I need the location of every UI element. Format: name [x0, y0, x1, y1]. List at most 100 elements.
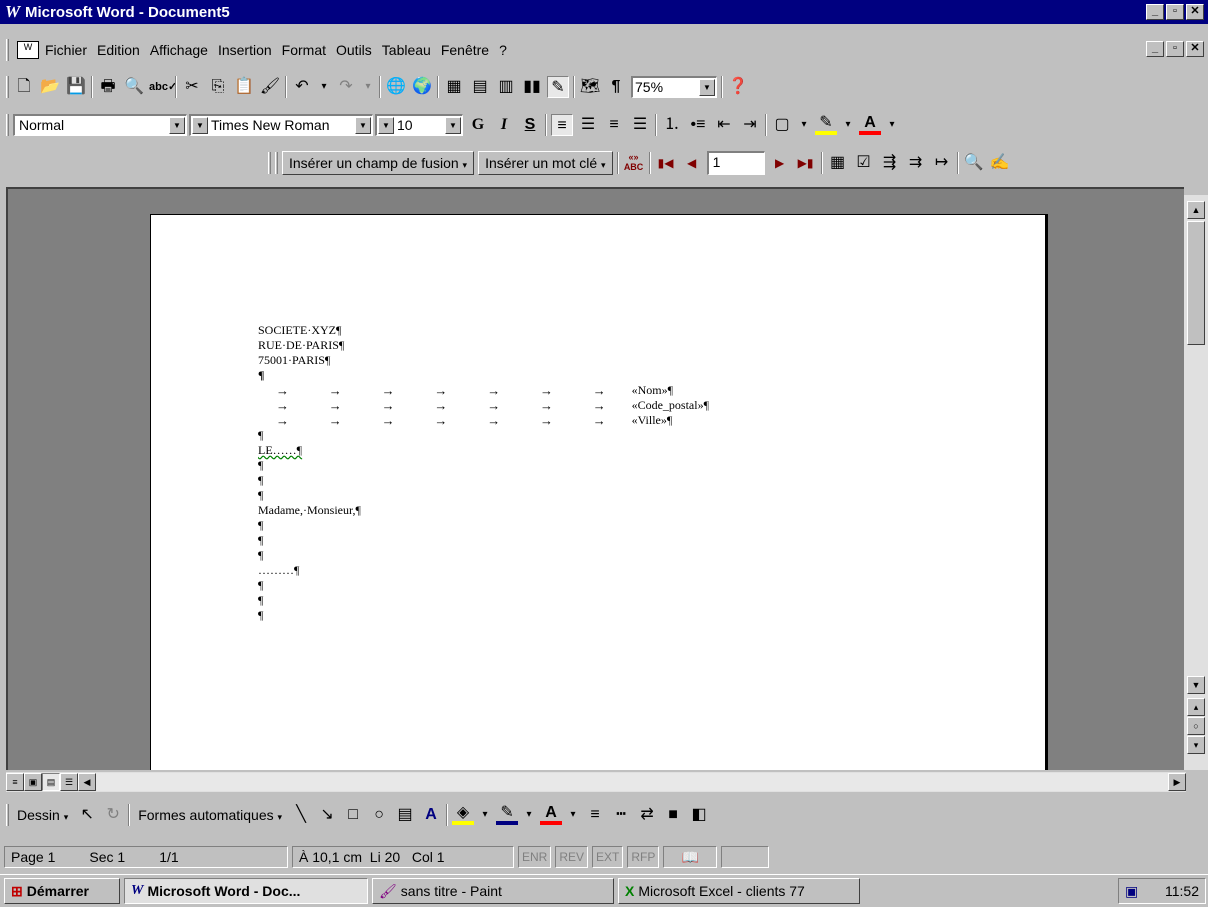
save-icon[interactable]: 💾: [65, 76, 87, 98]
start-button[interactable]: ⊞ Démarrer: [4, 878, 120, 904]
toolbar-grip[interactable]: [268, 152, 271, 174]
toolbar-grip[interactable]: [6, 804, 9, 826]
font-color-icon[interactable]: A: [859, 115, 881, 135]
merge-field-code-postal[interactable]: «Code_postal»¶: [628, 398, 709, 413]
align-center-icon[interactable]: ☰: [577, 114, 599, 136]
new-document-icon[interactable]: 🗋: [13, 76, 35, 98]
text-box-icon[interactable]: ▤: [394, 804, 416, 826]
columns-icon[interactable]: ▮▮: [521, 76, 543, 98]
task-word[interactable]: W Microsoft Word - Doc...: [124, 878, 368, 904]
menu-tableau[interactable]: Tableau: [382, 42, 431, 58]
view-merged-data-icon[interactable]: «» ABC: [623, 152, 645, 174]
next-record-icon[interactable]: ▶: [769, 152, 791, 174]
highlight-dropdown-icon[interactable]: ▾: [841, 114, 855, 136]
fill-color-dropdown-icon[interactable]: ▾: [478, 804, 492, 826]
print-preview-icon[interactable]: 🔍: [123, 76, 145, 98]
menu-format[interactable]: Format: [282, 42, 326, 58]
line-style-icon[interactable]: ≡: [584, 804, 606, 826]
style-select[interactable]: Normal ▼: [13, 114, 187, 136]
toolbar-grip[interactable]: [6, 76, 9, 98]
font-size-select[interactable]: ▼ 10 ▼: [375, 114, 463, 136]
align-left-icon[interactable]: ≡: [551, 114, 573, 136]
font-select[interactable]: ▼ Times New Roman ▼: [189, 114, 373, 136]
web-layout-icon[interactable]: ▣: [24, 773, 42, 791]
increase-indent-icon[interactable]: ⇥: [739, 114, 761, 136]
chevron-down-icon[interactable]: ▼: [192, 117, 208, 134]
horizontal-scroll-track[interactable]: [96, 773, 1168, 791]
menu-help[interactable]: ?: [499, 42, 507, 58]
status-mode-rev[interactable]: REV: [555, 846, 589, 868]
menu-insertion[interactable]: Insertion: [218, 42, 272, 58]
arrow-style-icon[interactable]: ⇄: [636, 804, 658, 826]
spelling-status-icon[interactable]: 📖: [663, 846, 718, 868]
autoshapes-menu-button[interactable]: Formes automatiques ▾: [134, 807, 286, 823]
normal-view-icon[interactable]: ≡: [6, 773, 24, 791]
line-color-icon[interactable]: ✎: [496, 805, 519, 825]
decrease-indent-icon[interactable]: ⇤: [713, 114, 735, 136]
insert-excel-icon[interactable]: ▥: [495, 76, 517, 98]
menu-fenetre[interactable]: Fenêtre: [441, 42, 489, 58]
restore-button[interactable]: ▫: [1166, 4, 1184, 20]
minimize-button[interactable]: _: [1146, 4, 1164, 20]
italic-button[interactable]: I: [493, 114, 515, 136]
insert-table-icon[interactable]: ▤: [469, 76, 491, 98]
undo-dropdown-icon[interactable]: ▾: [317, 76, 331, 98]
justify-icon[interactable]: ☰: [629, 114, 651, 136]
check-errors-icon[interactable]: ☑: [853, 152, 875, 174]
bold-button[interactable]: G: [467, 114, 489, 136]
menu-fichier[interactable]: Fichier: [45, 42, 87, 58]
record-number-input[interactable]: 1: [706, 151, 765, 175]
merge-to-document-icon[interactable]: ⇶: [879, 152, 901, 174]
mail-merge-helper-icon[interactable]: ▦: [827, 152, 849, 174]
arrow-icon[interactable]: ↘: [316, 804, 338, 826]
previous-page-icon[interactable]: ▴: [1187, 698, 1205, 716]
draw-menu-button[interactable]: Dessin ▾: [13, 807, 72, 823]
chevron-down-icon[interactable]: ▼: [169, 117, 185, 134]
free-rotate-icon[interactable]: ↻: [102, 804, 124, 826]
merge-field-ville[interactable]: «Ville»¶: [628, 413, 673, 428]
fill-color-icon[interactable]: ◈: [452, 805, 475, 825]
doc-minimize-button[interactable]: _: [1146, 41, 1164, 57]
cut-icon[interactable]: ✂: [181, 76, 203, 98]
status-mode-ext[interactable]: EXT: [592, 846, 624, 868]
status-mode-enr[interactable]: ENR: [518, 846, 552, 868]
task-paint[interactable]: 🖌 sans titre - Paint: [372, 878, 614, 904]
numbering-icon[interactable]: ⒈: [661, 114, 683, 136]
chevron-down-icon[interactable]: ▼: [699, 79, 715, 96]
start-merge-icon[interactable]: ↦: [931, 152, 953, 174]
outline-view-icon[interactable]: ☰: [60, 773, 78, 791]
align-right-icon[interactable]: ≡: [603, 114, 625, 136]
3d-icon[interactable]: ◧: [688, 804, 710, 826]
previous-record-icon[interactable]: ◀: [681, 152, 703, 174]
last-record-icon[interactable]: ▶▮: [795, 152, 817, 174]
scroll-right-icon[interactable]: ▶: [1168, 773, 1186, 791]
borders-dropdown-icon[interactable]: ▾: [797, 114, 811, 136]
menu-edition[interactable]: Edition: [97, 42, 140, 58]
print-layout-icon[interactable]: ▤: [42, 773, 60, 791]
close-button[interactable]: ✕: [1186, 4, 1204, 20]
tables-borders-icon[interactable]: ▦: [443, 76, 465, 98]
select-browse-object-icon[interactable]: ○: [1187, 717, 1205, 735]
zoom-select[interactable]: 75% ▼: [631, 76, 717, 98]
line-color-dropdown-icon[interactable]: ▾: [522, 804, 536, 826]
rectangle-icon[interactable]: □: [342, 804, 364, 826]
borders-icon[interactable]: ▢: [771, 114, 793, 136]
status-mode-rfp[interactable]: RFP: [627, 846, 660, 868]
menu-grip[interactable]: [6, 39, 9, 61]
highlight-icon[interactable]: ✎: [815, 115, 837, 135]
task-excel[interactable]: X Microsoft Excel - clients 77: [618, 878, 860, 904]
scroll-down-icon[interactable]: ▼: [1187, 676, 1205, 694]
merge-field-nom[interactable]: «Nom»¶: [628, 383, 673, 398]
drawing-font-color-dropdown-icon[interactable]: ▾: [566, 804, 580, 826]
copy-icon[interactable]: ⎘: [207, 76, 229, 98]
document-map-icon[interactable]: 🗺: [579, 76, 601, 98]
chevron-down-icon[interactable]: ▼: [445, 117, 461, 134]
scroll-up-icon[interactable]: ▲: [1187, 201, 1205, 219]
merge-to-printer-icon[interactable]: ⇉: [905, 152, 927, 174]
bullets-icon[interactable]: •≡: [687, 114, 709, 136]
document-page[interactable]: SOCIETE·XYZ¶ RUE·DE·PARIS¶ 75001·PARIS¶ …: [150, 214, 1048, 770]
drawing-icon[interactable]: ✎: [547, 76, 569, 98]
menu-outils[interactable]: Outils: [336, 42, 372, 58]
chevron-down-icon[interactable]: ▼: [355, 117, 371, 134]
redo-icon[interactable]: ↷: [335, 76, 357, 98]
